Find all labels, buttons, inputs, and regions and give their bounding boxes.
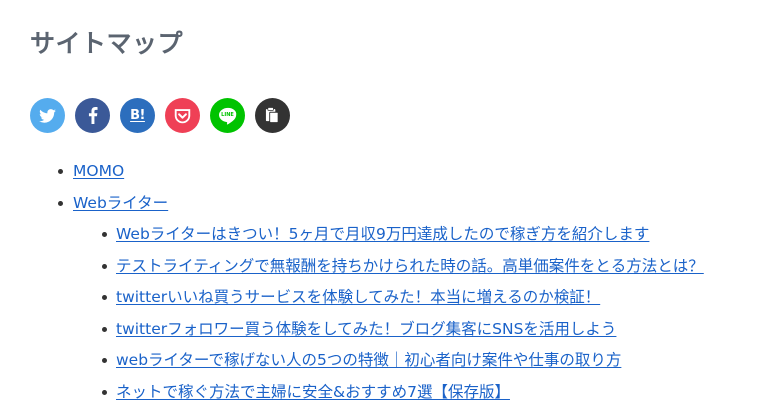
hatena-share-button[interactable]: B! (120, 98, 155, 133)
bullet (102, 232, 107, 237)
copy-share-button[interactable] (255, 98, 290, 133)
list-item: MOMO (56, 160, 704, 192)
pocket-icon (174, 108, 191, 123)
hatena-bookmark-icon: B! (130, 108, 145, 123)
post-link[interactable]: テストライティングで無報酬を持ちかけられた時の話。高単価案件をとる方法とは？ (116, 257, 704, 275)
list-item: Webライター Webライターはきつい！5ヶ月で月収9万円達成したので稼ぎ方を紹… (56, 192, 704, 413)
facebook-icon (88, 107, 98, 124)
list-item: webライターで稼げない人の5つの特徴｜初心者向け案件や仕事の取り方 (100, 349, 704, 381)
bullet (102, 263, 107, 269)
bullet (102, 358, 107, 363)
sitemap-list: MOMO Webライター Webライターはきつい！5ヶ月で月収9万円達成したので… (56, 160, 704, 412)
post-link[interactable]: twitterいいね買うサービスを体験してみた！本当に増えるのか検証！ (116, 288, 600, 306)
post-link[interactable]: Webライターはきつい！5ヶ月で月収9万円達成したので稼ぎ方を紹介します (116, 225, 649, 243)
list-item: Webライターはきつい！5ヶ月で月収9万円達成したので稼ぎ方を紹介します (100, 223, 704, 255)
category-link-webwriter[interactable]: Webライター (73, 194, 168, 212)
bullet (58, 169, 63, 174)
bullet (102, 295, 107, 300)
post-list: Webライターはきつい！5ヶ月で月収9万円達成したので稼ぎ方を紹介します テスト… (100, 223, 704, 412)
post-link[interactable]: webライターで稼げない人の5つの特徴｜初心者向け案件や仕事の取り方 (116, 351, 621, 369)
post-link[interactable]: twitterフォロワー買う体験をしてみた！ブログ集客にSNSを活用しよう (116, 320, 616, 338)
share-buttons: B! LINE (30, 98, 290, 133)
pocket-share-button[interactable] (165, 98, 200, 133)
page-title: サイトマップ (30, 29, 184, 58)
category-link-momo[interactable]: MOMO (73, 162, 124, 180)
list-item: テストライティングで無報酬を持ちかけられた時の話。高単価案件をとる方法とは？ (100, 255, 704, 287)
copy-icon (265, 107, 279, 123)
bullet (102, 326, 107, 332)
line-label: LINE (221, 112, 234, 118)
page: サイトマップ B! LINE MOMO Webライター Webライターはきつい！… (0, 0, 775, 417)
facebook-share-button[interactable] (75, 98, 110, 133)
twitter-share-button[interactable] (30, 98, 65, 133)
bullet (58, 200, 63, 206)
list-item: twitterフォロワー買う体験をしてみた！ブログ集客にSNSを活用しよう (100, 318, 704, 350)
line-share-button[interactable]: LINE (210, 98, 245, 133)
twitter-icon (39, 108, 56, 123)
list-item: twitterいいね買うサービスを体験してみた！本当に増えるのか検証！ (100, 286, 704, 318)
list-item: ネットで稼ぐ方法で主婦に安全&おすすめ7選【保存版】 (100, 381, 704, 413)
bullet (102, 389, 107, 395)
post-link[interactable]: ネットで稼ぐ方法で主婦に安全&おすすめ7選【保存版】 (116, 383, 510, 401)
